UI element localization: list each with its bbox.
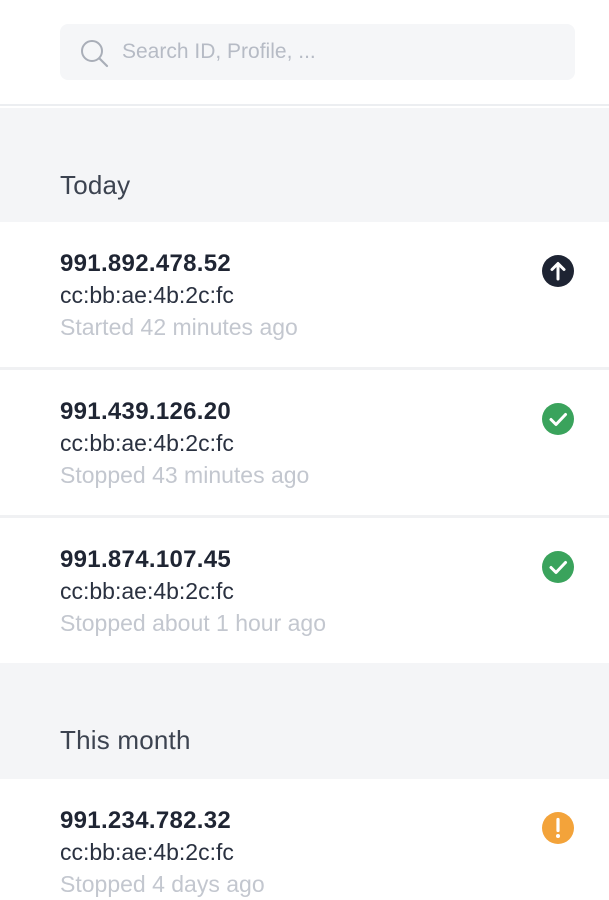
check-circle-icon xyxy=(542,551,574,583)
upload-arrow-icon xyxy=(542,255,574,287)
item-ip: 991.892.478.52 xyxy=(60,250,232,277)
group-header-this-month: This month xyxy=(0,663,609,779)
item-status: Stopped 4 days ago xyxy=(60,871,265,897)
search-icon xyxy=(81,40,109,68)
group-label: Today xyxy=(60,170,131,200)
item-ip: 991.234.782.32 xyxy=(60,807,232,834)
list-item[interactable]: 991.234.782.32 cc:bb:ae:4b:2c:fc Stopped… xyxy=(0,779,609,900)
item-ip: 991.874.107.45 xyxy=(60,546,232,573)
item-status: Stopped about 1 hour ago xyxy=(60,610,327,636)
item-mac: cc:bb:ae:4b:2c:fc xyxy=(60,282,234,308)
item-ip: 991.439.126.20 xyxy=(60,398,232,425)
item-status: Stopped 43 minutes ago xyxy=(60,462,310,488)
check-circle-icon xyxy=(542,403,574,435)
list-item[interactable]: 991.439.126.20 cc:bb:ae:4b:2c:fc Stopped… xyxy=(0,370,609,515)
warning-circle-icon xyxy=(542,812,574,844)
search-bar xyxy=(0,0,609,106)
list-item[interactable]: 991.874.107.45 cc:bb:ae:4b:2c:fc Stopped… xyxy=(0,518,609,663)
item-status: Started 42 minutes ago xyxy=(60,314,298,340)
search-box[interactable] xyxy=(60,24,575,80)
group-header-today: Today xyxy=(0,108,609,222)
item-mac: cc:bb:ae:4b:2c:fc xyxy=(60,839,234,865)
item-mac: cc:bb:ae:4b:2c:fc xyxy=(60,578,234,604)
list-item[interactable]: 991.892.478.52 cc:bb:ae:4b:2c:fc Started… xyxy=(0,222,609,367)
group-label: This month xyxy=(60,725,191,755)
search-input[interactable] xyxy=(122,24,562,80)
item-mac: cc:bb:ae:4b:2c:fc xyxy=(60,430,234,456)
